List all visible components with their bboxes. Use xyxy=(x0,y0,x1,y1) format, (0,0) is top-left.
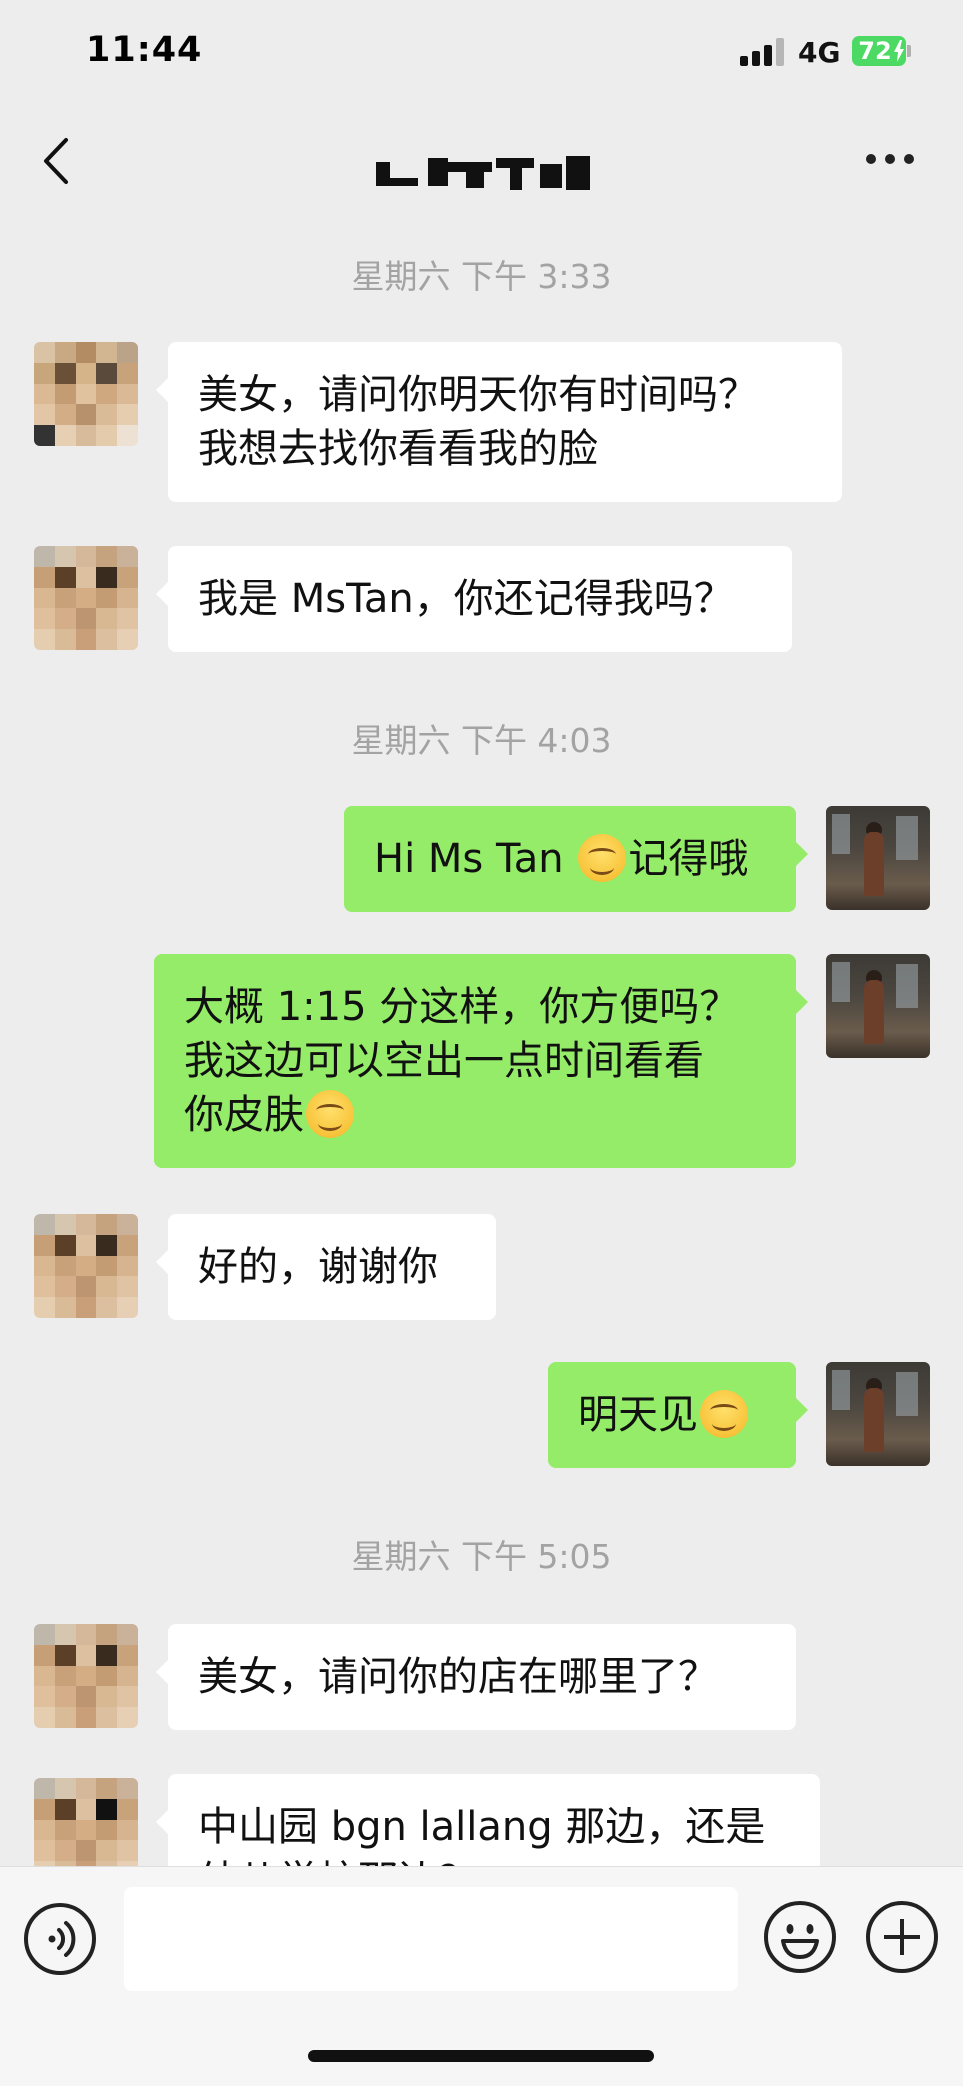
smile-emoji-icon xyxy=(306,1090,354,1138)
message-input[interactable] xyxy=(124,1887,738,1991)
avatar-contact[interactable] xyxy=(34,1624,138,1728)
message-bubble-outgoing[interactable]: 明天见 xyxy=(548,1362,808,1468)
avatar-contact[interactable] xyxy=(34,342,138,446)
status-bar: 11:44 4G 72 xyxy=(0,0,963,100)
network-type: 4G xyxy=(798,36,841,69)
voice-icon[interactable] xyxy=(24,1903,96,1975)
charging-bolt-icon xyxy=(894,40,904,62)
timestamp: 星期六 下午 5:05 xyxy=(351,1537,612,1576)
smile-emoji-icon xyxy=(578,834,627,882)
avatar-contact[interactable] xyxy=(34,1214,138,1318)
message-text: Hi Ms Tan xyxy=(374,836,577,882)
avatar-self[interactable] xyxy=(826,954,930,1058)
avatar-self[interactable] xyxy=(826,1362,930,1466)
message-bubble-incoming[interactable]: 美女，请问你明天你有时间吗？ 我想去找你看看我的脸 xyxy=(156,342,842,502)
battery-cap xyxy=(907,45,911,57)
battery-level: 72 xyxy=(858,37,892,65)
message-bubble-incoming[interactable]: 我是 MsTan，你还记得我吗？ xyxy=(156,546,792,652)
emoji-face-icon[interactable] xyxy=(764,1901,836,1973)
timestamp: 星期六 下午 3:33 xyxy=(351,257,612,296)
message-bubble-incoming[interactable]: 好的，谢谢你 xyxy=(156,1214,496,1320)
timestamp: 星期六 下午 4:03 xyxy=(351,721,612,760)
message-bubble-outgoing[interactable]: 大概 1:15 分这样，你方便吗？ 我这边可以空出一点时间看看 你皮肤 xyxy=(154,954,808,1168)
plus-icon[interactable] xyxy=(866,1901,938,1973)
avatar-self[interactable] xyxy=(826,806,930,910)
voice-wave-icon xyxy=(48,1921,76,1957)
chat-title-redacted xyxy=(370,152,600,192)
message-bubble-outgoing[interactable]: Hi Ms Tan 记得哦 xyxy=(344,806,808,912)
battery-icon: 72 xyxy=(852,36,906,66)
smiley-face-icon xyxy=(781,1924,819,1959)
smile-emoji-icon xyxy=(700,1390,748,1438)
message-text: 记得哦 xyxy=(628,836,749,882)
message-text: 大概 1:15 分这样，你方便吗？ 我这边可以空出一点时间看看 你皮肤 xyxy=(184,984,740,1138)
chat-header xyxy=(0,110,963,210)
ellipsis-icon[interactable] xyxy=(866,154,914,168)
message-text: 明天见 xyxy=(578,1392,698,1438)
signal-strength-icon xyxy=(740,38,786,66)
status-time: 11:44 xyxy=(86,30,203,70)
avatar-contact[interactable] xyxy=(34,546,138,650)
chevron-left-icon[interactable] xyxy=(38,136,74,186)
message-bubble-incoming[interactable]: 美女，请问你的店在哪里了？ xyxy=(156,1624,796,1730)
home-indicator xyxy=(308,2050,654,2062)
